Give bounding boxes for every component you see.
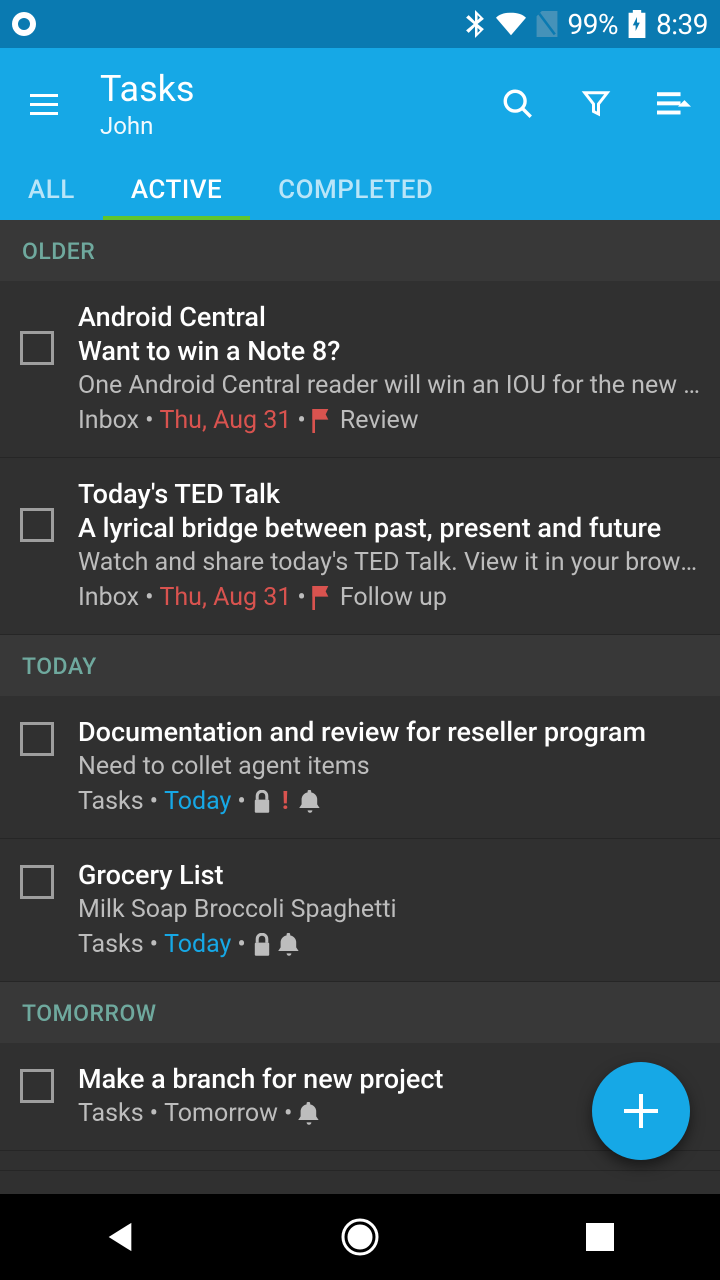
plus-icon <box>624 1094 658 1128</box>
meta-dot: • <box>284 1099 292 1128</box>
task-checkbox[interactable] <box>20 331 54 365</box>
bell-icon <box>278 933 300 957</box>
task-tag: Review <box>340 406 419 435</box>
section-older: OLDER <box>0 220 720 281</box>
task-meta: Inbox • Thu, Aug 31 • Review <box>78 406 700 435</box>
status-bar: 99% 8:39 <box>0 0 720 48</box>
assistant-icon <box>12 12 36 36</box>
tabs: ALL ACTIVE COMPLETED <box>0 160 720 220</box>
task-date: Today <box>164 787 231 816</box>
search-button[interactable] <box>496 82 540 126</box>
status-right: 99% 8:39 <box>464 8 708 41</box>
meta-dot: • <box>150 1099 158 1128</box>
task-tag: Follow up <box>340 583 447 612</box>
task-title: Documentation and review for reseller pr… <box>78 716 700 748</box>
app-subtitle: John <box>100 112 496 140</box>
task-body: Documentation and review for reseller pr… <box>78 716 700 816</box>
meta-dot: • <box>150 787 158 816</box>
bluetooth-icon <box>464 10 486 38</box>
task-title: Grocery List <box>78 859 700 891</box>
app-bar-actions <box>496 82 708 126</box>
task-checkbox[interactable] <box>20 508 54 542</box>
task-preview: Watch and share today's TED Talk. View i… <box>78 548 700 577</box>
clock: 8:39 <box>656 8 708 41</box>
sim-icon <box>536 11 558 37</box>
task-folder: Inbox <box>78 406 139 435</box>
meta-dot: • <box>145 406 153 435</box>
bell-icon <box>298 1102 320 1126</box>
task-title: Want to win a Note 8? <box>78 335 700 367</box>
tab-active[interactable]: ACTIVE <box>103 160 250 220</box>
task-sender: Android Central <box>78 301 700 333</box>
meta-dot: • <box>150 930 158 959</box>
app-bar: Tasks John ALL ACTIVE COMPLETED <box>0 48 720 220</box>
task-meta: Tasks • Today • ! <box>78 787 700 816</box>
recent-apps-button[interactable] <box>570 1207 630 1267</box>
urgent-icon: ! <box>278 787 293 816</box>
task-checkbox[interactable] <box>20 1069 54 1103</box>
task-preview: One Android Central reader will win an I… <box>78 371 700 400</box>
task-date: Tomorrow <box>164 1099 278 1128</box>
app-bar-top: Tasks John <box>0 48 720 160</box>
tab-all[interactable]: ALL <box>0 160 103 220</box>
menu-button[interactable] <box>12 94 76 115</box>
back-button[interactable] <box>90 1207 150 1267</box>
tab-completed[interactable]: COMPLETED <box>250 160 461 220</box>
meta-dot: • <box>237 787 245 816</box>
lock-icon <box>252 933 272 957</box>
section-today: TODAY <box>0 635 720 696</box>
task-checkbox[interactable] <box>20 722 54 756</box>
task-list[interactable]: OLDER Android Central Want to win a Note… <box>0 220 720 1194</box>
task-preview: Milk Soap Broccoli Spaghetti <box>78 895 700 924</box>
task-folder: Tasks <box>78 787 144 816</box>
meta-dot: • <box>145 583 153 612</box>
add-task-fab[interactable] <box>592 1062 690 1160</box>
task-folder: Inbox <box>78 583 139 612</box>
meta-dot: • <box>297 406 305 435</box>
lock-icon <box>252 790 272 814</box>
task-sender: Today's TED Talk <box>78 478 700 510</box>
title-block: Tasks John <box>76 68 496 140</box>
task-item[interactable]: Android Central Want to win a Note 8? On… <box>0 281 720 458</box>
navigation-bar <box>0 1194 720 1280</box>
meta-dot: • <box>237 930 245 959</box>
task-meta: Inbox • Thu, Aug 31 • Follow up <box>78 583 700 612</box>
flag-icon <box>312 409 334 433</box>
task-date: Thu, Aug 31 <box>160 583 292 612</box>
task-body: Android Central Want to win a Note 8? On… <box>78 301 700 435</box>
meta-dot: • <box>297 583 305 612</box>
task-item[interactable]: Today's TED Talk A lyrical bridge betwee… <box>0 458 720 635</box>
task-folder: Tasks <box>78 930 144 959</box>
section-tomorrow: TOMORROW <box>0 982 720 1043</box>
home-button[interactable] <box>330 1207 390 1267</box>
task-folder: Tasks <box>78 1099 144 1128</box>
task-date: Thu, Aug 31 <box>160 406 292 435</box>
task-checkbox[interactable] <box>20 865 54 899</box>
task-item[interactable]: Documentation and review for reseller pr… <box>0 696 720 839</box>
status-left <box>12 12 36 36</box>
battery-percent: 99% <box>568 8 618 41</box>
sort-button[interactable] <box>652 82 696 126</box>
filter-button[interactable] <box>574 82 618 126</box>
screen: 99% 8:39 Tasks John <box>0 0 720 1280</box>
task-body: Today's TED Talk A lyrical bridge betwee… <box>78 478 700 612</box>
wifi-icon <box>496 12 526 36</box>
battery-icon <box>628 10 646 38</box>
bell-icon <box>299 790 321 814</box>
app-title: Tasks <box>100 68 496 110</box>
task-date: Today <box>164 930 231 959</box>
flag-icon <box>312 586 334 610</box>
task-item[interactable]: Grocery List Milk Soap Broccoli Spaghett… <box>0 839 720 982</box>
task-meta: Tasks • Today • <box>78 930 700 959</box>
task-preview: Need to collet agent items <box>78 752 700 781</box>
task-title: A lyrical bridge between past, present a… <box>78 512 700 544</box>
task-body: Grocery List Milk Soap Broccoli Spaghett… <box>78 859 700 959</box>
